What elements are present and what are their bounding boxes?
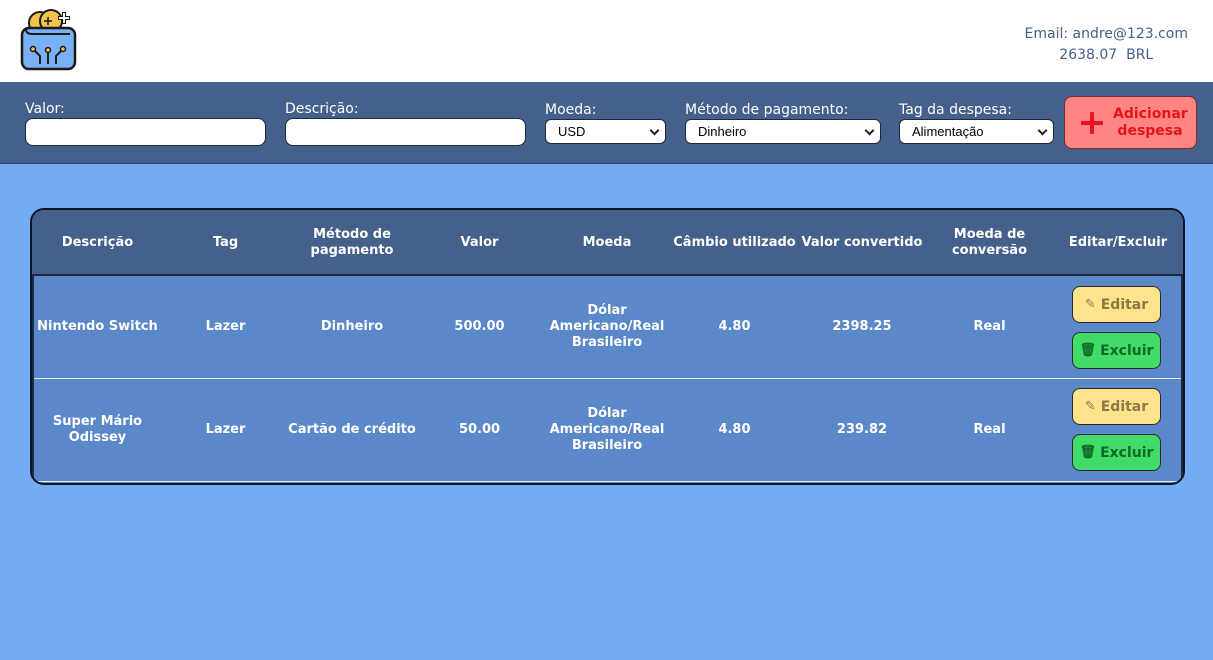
table-header: Descrição Tag Método de pagamento Valor … [32,210,1183,276]
moeda-select[interactable]: USD [545,119,666,144]
header-tag: Tag [212,235,239,250]
delete-button[interactable]: 🗑 Excluir [1072,332,1161,369]
cell-tag: Lazer [205,422,246,437]
edit-label: Editar [1100,398,1149,415]
valor-input[interactable] [25,118,266,146]
cell-tag: Lazer [205,319,246,334]
total-value: 2638.07 [1059,47,1118,63]
trash-icon: 🗑 [1079,445,1097,460]
cell-descricao: Nintendo Switch [37,319,158,334]
header-moeda-conversao: Moeda de conversão [951,227,1028,258]
header-valor: Valor [460,235,499,250]
edit-icon: ✎ [1084,399,1096,414]
delete-label: Excluir [1100,444,1154,461]
cell-valor: 50.00 [458,422,501,437]
chevron-down-icon [864,125,875,136]
moeda-field: Moeda: USD [545,102,666,144]
cell-cambio: 4.80 [718,319,751,334]
user-info: Email: andre@123.com 2638.07 BRL [1025,24,1188,66]
metodo-field: Método de pagamento: Dinheiro [685,102,881,144]
expense-form: Valor: Descrição: Moeda: USD Método de p… [0,82,1213,164]
row-divider [34,481,1183,482]
cell-moeda: Dólar Americano/Real Brasileiro [549,303,665,350]
descricao-label: Descrição: [285,101,359,117]
tag-selected: Alimentação [912,124,984,139]
cell-moeda: Dólar Americano/Real Brasileiro [549,406,665,453]
table-border-right [1181,276,1183,483]
moeda-selected: USD [558,124,586,139]
table-row: Nintendo Switch Lazer Dinheiro 500.00 Dó… [34,276,1183,378]
chevron-down-icon [649,125,660,136]
cell-valor: 500.00 [454,319,505,334]
cell-descricao: Super Mário Odissey [52,414,143,445]
valor-field: Valor: [25,101,266,146]
cell-convertido: 239.82 [836,422,888,437]
chevron-down-icon [1037,125,1048,136]
cell-cambio: 4.80 [718,422,751,437]
table-row: Super Mário Odissey Lazer Cartão de créd… [34,379,1183,481]
descricao-input[interactable] [285,118,526,146]
trash-icon: 🗑 [1079,343,1097,358]
header-cambio: Câmbio utilizado [673,235,796,250]
top-header: Email: andre@123.com 2638.07 BRL [0,0,1213,82]
wallet-logo-icon [20,8,77,71]
header-editar-excluir: Editar/Excluir [1068,235,1168,250]
delete-button[interactable]: 🗑 Excluir [1072,434,1161,471]
cell-metodo: Dinheiro [320,319,384,334]
table-border-left [32,276,34,483]
tag-select[interactable]: Alimentação [899,119,1054,144]
delete-label: Excluir [1100,342,1154,359]
add-expense-button[interactable]: Adicionar despesa [1064,96,1197,149]
total-currency: BRL [1126,47,1154,63]
metodo-select[interactable]: Dinheiro [685,119,881,144]
descricao-field: Descrição: [285,101,526,146]
cell-moeda-conversao: Real [973,319,1006,334]
cell-moeda-conversao: Real [973,422,1006,437]
header-convertido: Valor convertido [801,235,923,250]
tag-field: Tag da despesa: Alimentação [899,102,1054,144]
edit-icon: ✎ [1084,297,1096,312]
plus-icon [1081,111,1103,134]
cell-convertido: 2398.25 [832,319,892,334]
moeda-label: Moeda: [545,102,597,118]
header-descricao: Descrição [61,235,134,250]
valor-label: Valor: [25,101,65,117]
tag-label: Tag da despesa: [899,102,1012,118]
header-moeda: Moeda [582,235,632,250]
header-metodo: Método de pagamento [310,227,394,258]
user-email: Email: andre@123.com [1024,26,1188,42]
expense-table: Descrição Tag Método de pagamento Valor … [30,208,1185,485]
metodo-label: Método de pagamento: [685,102,849,118]
metodo-selected: Dinheiro [698,124,747,139]
edit-label: Editar [1100,296,1149,313]
add-expense-label: Adicionar despesa [1113,105,1188,139]
edit-button[interactable]: ✎ Editar [1072,388,1161,425]
cell-metodo: Cartão de crédito [288,422,416,437]
edit-button[interactable]: ✎ Editar [1072,286,1161,323]
total-expense: 2638.07 BRL [1025,45,1188,66]
